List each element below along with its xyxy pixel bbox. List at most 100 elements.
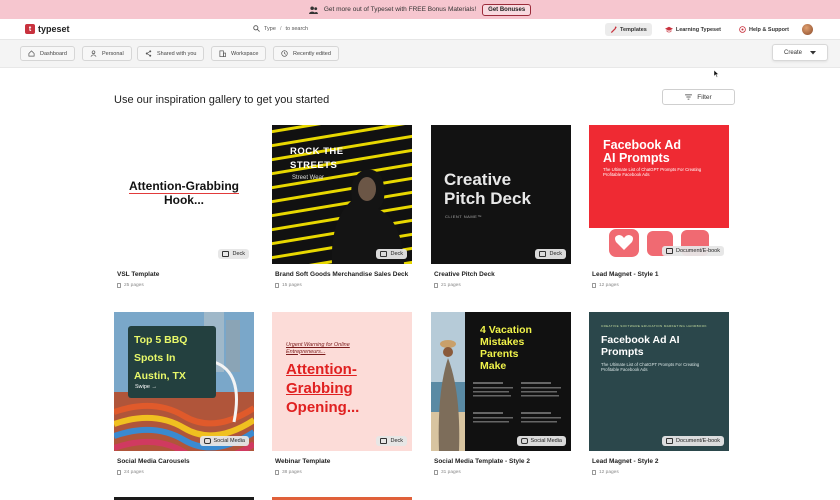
thumb-line-4: Make bbox=[480, 360, 507, 372]
type-label: Document/E-book bbox=[675, 438, 720, 444]
template-card[interactable]: Top 5 BBQ Spots In Austin, TX Swipe → Soci… bbox=[114, 312, 254, 475]
thumbnail-text: Facebook Ad AI Prompts bbox=[603, 139, 681, 165]
nav-help-label: Help & Support bbox=[748, 26, 789, 33]
template-card[interactable]: Urgent Warning for Online Entrepreneurs.… bbox=[272, 312, 412, 475]
avatar[interactable] bbox=[802, 24, 813, 35]
thumb-line-3: Austin, TX bbox=[134, 370, 186, 382]
create-label: Create bbox=[783, 49, 802, 56]
card-title[interactable]: VSL Template bbox=[117, 271, 254, 278]
template-thumbnail[interactable]: CREATIVE SOFTWARE EDUCATION MARKETING HA… bbox=[589, 312, 729, 451]
clock-icon bbox=[281, 50, 288, 57]
template-card[interactable]: Facebook Ad AI Prompts The Ultimate List … bbox=[589, 125, 729, 288]
card-title[interactable]: Social Media Carousels bbox=[117, 458, 254, 465]
page-icon bbox=[275, 470, 279, 475]
page-count: 25 pages bbox=[124, 283, 144, 288]
thumb-line-2: Mistakes bbox=[480, 336, 525, 348]
deck-icon bbox=[380, 251, 388, 257]
search-placeholder: Type bbox=[264, 25, 276, 32]
template-card[interactable]: Creative Pitch Deck CLIENT NAME™ Deck Cre… bbox=[431, 125, 571, 288]
template-thumbnail[interactable]: Urgent Warning for Online Entrepreneurs.… bbox=[272, 312, 412, 451]
templates-icon bbox=[610, 26, 617, 33]
nav-help[interactable]: Help & Support bbox=[734, 23, 794, 36]
subnav-recent[interactable]: Recently edited bbox=[273, 46, 339, 61]
typeset-logo-icon: t bbox=[25, 24, 35, 34]
instagram-icon bbox=[203, 438, 211, 444]
page-count: 15 pages bbox=[282, 283, 302, 288]
logo[interactable]: t typeset bbox=[25, 24, 70, 34]
banner-text: Get more out of Typeset with FREE Bonus … bbox=[323, 6, 477, 13]
subnav-personal-label: Personal bbox=[102, 50, 124, 57]
type-badge: Document/E-book bbox=[661, 436, 724, 446]
thumb-line-1: Creative bbox=[444, 170, 512, 189]
nav-learning-label: Learning Typeset bbox=[675, 26, 721, 33]
document-icon bbox=[665, 438, 673, 444]
home-icon bbox=[28, 50, 35, 57]
type-label: Deck bbox=[390, 438, 403, 444]
type-badge: Social Media bbox=[199, 436, 249, 446]
template-thumbnail[interactable]: Top 5 BBQ Spots In Austin, TX Swipe → Soci… bbox=[114, 312, 254, 451]
thumb-subtitle: Swipe → bbox=[135, 384, 158, 390]
nav-learning[interactable]: Learning Typeset bbox=[660, 23, 726, 36]
card-title[interactable]: Social Media Template - Style 2 bbox=[434, 458, 571, 465]
thumb-line-2: Pitch Deck bbox=[444, 189, 531, 208]
page-icon bbox=[117, 283, 121, 288]
page-icon bbox=[117, 470, 121, 475]
template-card[interactable]: CREATIVE SOFTWARE EDUCATION MARKETING HA… bbox=[589, 312, 729, 475]
thumbnail-text: Attention- Grabbing Opening... bbox=[286, 360, 359, 417]
filter-icon bbox=[685, 94, 693, 100]
page-title: Use our inspiration gallery to get you s… bbox=[114, 94, 330, 106]
card-title[interactable]: Lead Magnet - Style 2 bbox=[592, 458, 729, 465]
filter-button[interactable]: Filter bbox=[662, 89, 735, 105]
template-thumbnail[interactable]: Facebook Ad AI Prompts The Ultimate List … bbox=[589, 125, 729, 264]
page-count: 24 pages bbox=[124, 470, 144, 475]
template-thumbnail[interactable]: 4 Vacation Mistakes Parents Make Social Med… bbox=[431, 312, 571, 451]
type-label: Social Media bbox=[530, 438, 563, 444]
thumb-line-1: Attention- bbox=[286, 361, 357, 378]
card-title[interactable]: Webinar Template bbox=[275, 458, 412, 465]
thumb-line-2: AI Prompts bbox=[603, 151, 670, 165]
thumb-subtitle: The Ultimate List of ChatGPT Prompts For… bbox=[603, 167, 702, 177]
card-pages: 24 pages bbox=[117, 470, 254, 475]
subnav-workspace[interactable]: Workspace bbox=[211, 46, 267, 61]
create-button[interactable]: Create bbox=[772, 44, 828, 61]
subnav-dashboard-label: Dashboard bbox=[40, 50, 67, 57]
get-bonuses-button[interactable]: Get Bonuses bbox=[482, 3, 532, 16]
card-title[interactable]: Lead Magnet - Style 1 bbox=[592, 271, 729, 278]
deck-icon bbox=[380, 438, 388, 444]
instagram-icon bbox=[520, 438, 528, 444]
promo-banner: Get more out of Typeset with FREE Bonus … bbox=[0, 0, 840, 19]
graduation-cap-icon bbox=[664, 26, 673, 33]
page-count: 21 pages bbox=[441, 283, 461, 288]
logo-text: typeset bbox=[38, 24, 70, 34]
card-title[interactable]: Brand Soft Goods Merchandise Sales Deck bbox=[275, 271, 412, 278]
nav-templates[interactable]: Templates bbox=[605, 23, 652, 36]
type-label: Social Media bbox=[213, 438, 246, 444]
subnav-dashboard[interactable]: Dashboard bbox=[20, 46, 75, 61]
thumb-line-1: Facebook Ad AI bbox=[601, 334, 680, 346]
search-input[interactable]: Type / to search bbox=[253, 25, 308, 32]
chevron-down-icon bbox=[810, 50, 816, 54]
card-pages: 15 pages bbox=[275, 283, 412, 288]
thumb-line-1: Attention-Grabbing bbox=[129, 179, 239, 194]
template-thumbnail[interactable]: Attention-Grabbing Hook... Deck bbox=[114, 125, 254, 264]
template-card[interactable]: 4 Vacation Mistakes Parents Make Social Med… bbox=[431, 312, 571, 475]
template-card[interactable]: Attention-Grabbing Hook... Deck VSL Temp… bbox=[114, 125, 254, 288]
template-card[interactable]: ROCK THE STREETS Street Wear Deck Brand S… bbox=[272, 125, 412, 288]
top-bar: t typeset Type / to search Templates Lea… bbox=[0, 19, 840, 40]
search-shortcut: / bbox=[279, 25, 282, 32]
card-pages: 12 pages bbox=[592, 283, 729, 288]
type-badge: Deck bbox=[535, 249, 566, 259]
card-pages: 21 pages bbox=[434, 283, 571, 288]
subnav-personal[interactable]: Personal bbox=[82, 46, 132, 61]
page-icon bbox=[434, 283, 438, 288]
thumbnail-text: Attention-Grabbing Hook... bbox=[114, 180, 254, 207]
subnav-shared[interactable]: Shared with you bbox=[137, 46, 205, 61]
page-count: 12 pages bbox=[599, 283, 619, 288]
help-circle-icon bbox=[739, 26, 746, 33]
card-title[interactable]: Creative Pitch Deck bbox=[434, 271, 571, 278]
nav-templates-label: Templates bbox=[620, 26, 647, 33]
share-icon bbox=[145, 50, 152, 57]
template-thumbnail[interactable]: Creative Pitch Deck CLIENT NAME™ Deck bbox=[431, 125, 571, 264]
thumb-tag: CREATIVE SOFTWARE EDUCATION MARKETING HA… bbox=[601, 324, 707, 328]
template-thumbnail[interactable]: ROCK THE STREETS Street Wear Deck bbox=[272, 125, 412, 264]
